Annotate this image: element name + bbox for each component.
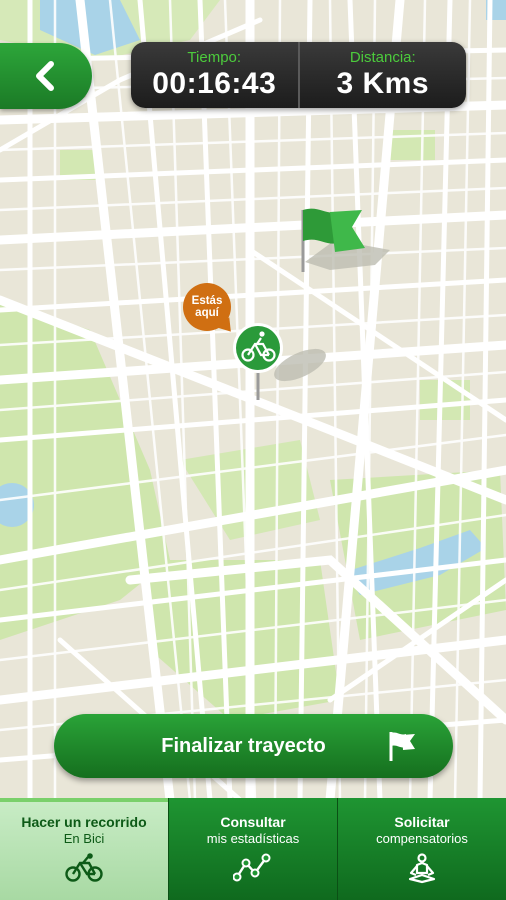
- tab-compensatory[interactable]: Solicitar compensatorios: [337, 798, 506, 900]
- time-value: 00:16:43: [152, 66, 277, 100]
- bottom-tab-bar: Hacer un recorrido En Bici Consultar mis…: [0, 798, 506, 900]
- tab-title: Consultar: [220, 814, 286, 830]
- stats-line-icon: [233, 853, 271, 882]
- bicycle-icon: [65, 853, 103, 882]
- tab-subtitle: compensatorios: [376, 831, 468, 846]
- tab-subtitle: mis estadísticas: [206, 831, 300, 846]
- you-are-here-label: Estás: [191, 295, 223, 307]
- tab-subtitle: En Bici: [63, 831, 105, 846]
- tab-ride[interactable]: Hacer un recorrido En Bici: [0, 798, 168, 900]
- tab-title: Hacer un recorrido: [21, 814, 147, 830]
- time-stat: Tiempo: 00:16:43: [131, 42, 298, 108]
- tab-statistics[interactable]: Consultar mis estadísticas: [168, 798, 337, 900]
- tab-title: Solicitar: [394, 814, 450, 830]
- finish-trip-button[interactable]: Finalizar trayecto: [54, 714, 453, 778]
- you-are-here-bubble: Estás aquí: [183, 283, 231, 331]
- city-map[interactable]: [0, 0, 506, 800]
- time-label: Tiempo:: [187, 48, 242, 66]
- chevron-left-icon: [36, 61, 54, 91]
- finish-trip-label: Finalizar trayecto: [161, 734, 326, 757]
- meditation-icon: [408, 853, 436, 884]
- distance-value: 3 Kms: [336, 66, 430, 100]
- trip-stats-panel: Tiempo: 00:16:43 Distancia: 3 Kms: [131, 42, 466, 108]
- distance-label: Distancia:: [349, 48, 416, 66]
- you-are-here-label: aquí: [195, 307, 219, 319]
- distance-stat: Distancia: 3 Kms: [297, 42, 467, 108]
- back-button[interactable]: [0, 43, 92, 109]
- flag-icon: [389, 732, 415, 761]
